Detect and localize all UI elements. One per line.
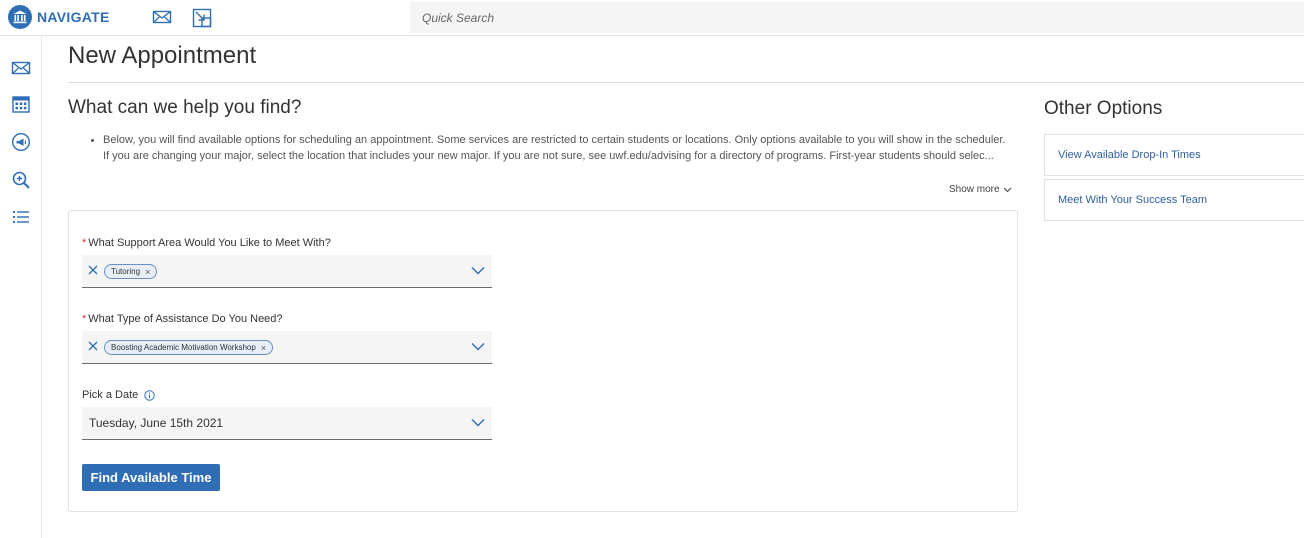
chevron-down-icon[interactable] bbox=[471, 266, 485, 275]
quick-search-input[interactable] bbox=[410, 2, 1304, 33]
date-select[interactable]: Tuesday, June 15th 2021 bbox=[82, 407, 492, 440]
left-sidebar bbox=[0, 36, 42, 538]
calendar-icon[interactable] bbox=[11, 94, 31, 114]
list-icon[interactable] bbox=[11, 208, 31, 226]
help-bullet-list: Below, you will find available options f… bbox=[91, 134, 1018, 166]
chip-remove-icon[interactable]: × bbox=[145, 267, 150, 277]
show-more-label: Show more bbox=[949, 184, 1000, 195]
university-logo-icon bbox=[8, 5, 32, 29]
other-options-heading: Other Options bbox=[1044, 98, 1163, 119]
required-mark: * bbox=[82, 237, 87, 249]
meet-success-team-link[interactable]: Meet With Your Success Team bbox=[1044, 179, 1304, 221]
pick-date-label: Pick a Date bbox=[82, 389, 155, 401]
appointment-form: * What Support Area Would You Like to Mee… bbox=[68, 210, 1018, 512]
date-value: Tuesday, June 15th 2021 bbox=[89, 416, 224, 430]
assistance-type-select[interactable]: Boosting Academic Motivation Workshop × bbox=[82, 331, 492, 364]
clear-icon[interactable] bbox=[88, 341, 98, 351]
split-view-icon[interactable] bbox=[192, 8, 212, 28]
assistance-type-label: * What Type of Assistance Do You Need? bbox=[82, 313, 283, 325]
show-more-link[interactable]: Show more bbox=[949, 184, 1012, 195]
info-icon[interactable] bbox=[144, 389, 155, 401]
chevron-down-icon[interactable] bbox=[471, 342, 485, 351]
title-divider bbox=[68, 82, 1304, 83]
brand-name: NAVIGATE bbox=[37, 9, 110, 25]
help-heading: What can we help you find? bbox=[68, 97, 302, 118]
clear-icon[interactable] bbox=[88, 265, 98, 275]
selected-chip-tutoring: Tutoring × bbox=[104, 264, 158, 279]
mail-icon[interactable] bbox=[152, 9, 172, 25]
support-area-label: * What Support Area Would You Like to Mee… bbox=[82, 237, 331, 249]
brand[interactable]: NAVIGATE bbox=[8, 5, 110, 29]
help-bullet: If you are changing your major, select t… bbox=[103, 150, 1018, 163]
required-mark: * bbox=[82, 313, 87, 325]
mail-icon[interactable] bbox=[11, 60, 31, 76]
chevron-down-icon[interactable] bbox=[471, 418, 485, 427]
top-bar: NAVIGATE bbox=[0, 0, 1304, 36]
chip-remove-icon[interactable]: × bbox=[261, 343, 266, 353]
support-area-select[interactable]: Tutoring × bbox=[82, 255, 492, 288]
chevron-down-icon bbox=[1003, 187, 1011, 192]
find-available-time-button[interactable]: Find Available Time bbox=[82, 464, 220, 491]
help-bullet: Below, you will find available options f… bbox=[91, 134, 1018, 147]
megaphone-icon[interactable] bbox=[11, 132, 31, 152]
selected-chip-workshop: Boosting Academic Motivation Workshop × bbox=[104, 340, 274, 355]
search-zoom-icon[interactable] bbox=[11, 170, 31, 190]
page-title: New Appointment bbox=[68, 42, 257, 69]
view-drop-in-times-link[interactable]: View Available Drop-In Times bbox=[1044, 134, 1304, 176]
